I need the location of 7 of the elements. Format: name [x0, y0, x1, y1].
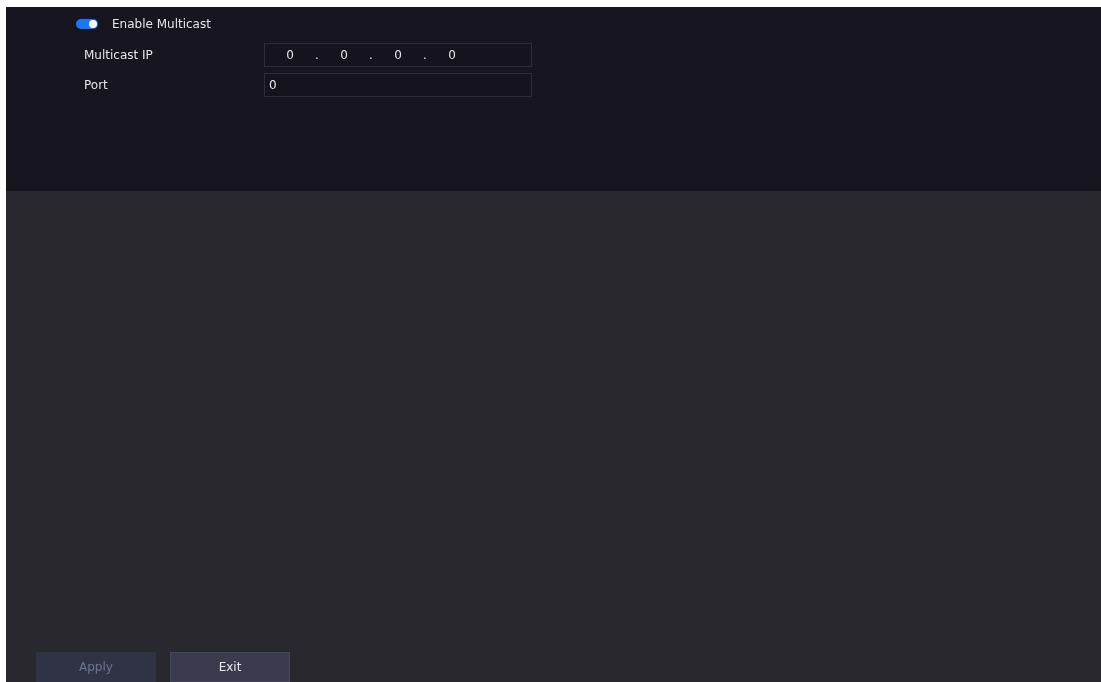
ip-address-field[interactable]: 0 . 0 . 0 . 0 [264, 43, 532, 67]
toggle-switch[interactable] [76, 19, 98, 29]
field-label: Port [83, 78, 109, 92]
field-label: Multicast IP [83, 48, 154, 62]
port-field[interactable]: 0 [264, 73, 532, 97]
enable-multicast-label: Enable Multicast [112, 17, 211, 31]
exit-button[interactable]: Exit [170, 652, 290, 682]
